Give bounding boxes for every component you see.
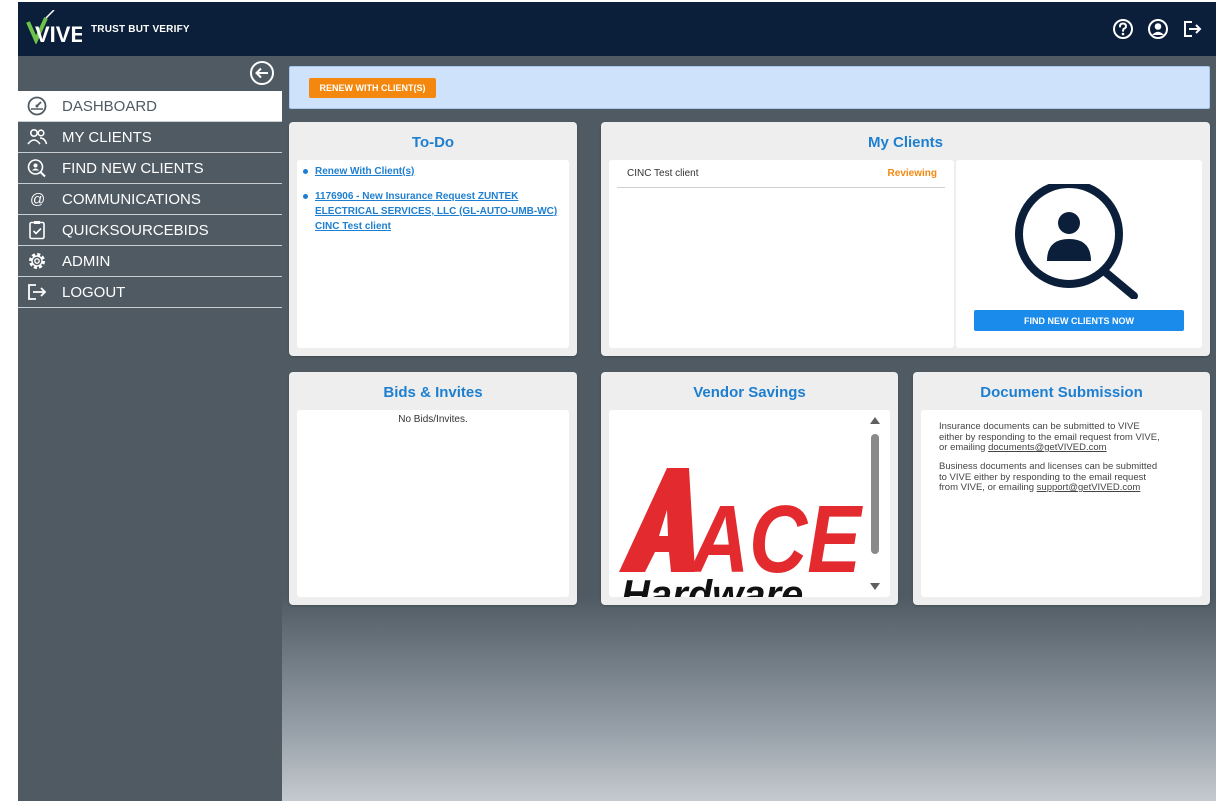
todo-item-insurance-request[interactable]: 1176906 - New Insurance Request ZUNTEK E…: [303, 189, 558, 234]
sidebar-item-label: COMMUNICATIONS: [62, 191, 201, 208]
sidebar-nav: DASHBOARD MY CLIENTS FIND NEW CLIENTS @ …: [18, 91, 282, 308]
renew-with-clients-button[interactable]: RENEW WITH CLIENT(S): [309, 78, 436, 98]
sidebar-item-label: FIND NEW CLIENTS: [62, 160, 204, 177]
vive-logo[interactable]: VIVE: [26, 10, 82, 44]
sidebar-item-my-clients[interactable]: MY CLIENTS: [18, 122, 282, 153]
registered-mark: ®: [845, 564, 853, 575]
my-clients-card: My Clients CINC Test client Reviewing FI…: [601, 122, 1210, 356]
doc-line: from VIVE, or emailing support@getVIVED.…: [939, 482, 1187, 494]
documents-email-link[interactable]: documents@getVIVED.com: [988, 442, 1106, 453]
user-account-icon[interactable]: [1147, 18, 1169, 40]
vendor-savings-title: Vendor Savings: [693, 384, 806, 401]
sidebar-item-admin[interactable]: ADMIN: [18, 246, 282, 277]
todo-item-line: 1176906 - New Insurance Request ZUNTEK: [315, 191, 519, 202]
magnifier-user-icon: [1015, 184, 1138, 299]
client-list: CINC Test client Reviewing: [609, 160, 954, 348]
bids-card: Bids & Invites No Bids/Invites.: [289, 372, 577, 605]
todo-item-line: ELECTRICAL SERVICES, LLC (GL-AUTO-UMB-WC…: [315, 206, 558, 217]
collapse-sidebar-icon[interactable]: [249, 60, 275, 86]
vendor-savings-card: Vendor Savings ACE ® Hardware: [601, 372, 898, 605]
table-row[interactable]: CINC Test client Reviewing: [617, 160, 945, 188]
document-submission-title: Document Submission: [980, 384, 1143, 401]
todo-item-line: CINC Test client: [315, 221, 391, 232]
scroll-up-icon: [870, 417, 880, 424]
client-name: CINC Test client: [627, 168, 699, 179]
sidebar-item-label: MY CLIENTS: [62, 129, 152, 146]
sidebar-item-find-new-clients[interactable]: FIND NEW CLIENTS: [18, 153, 282, 184]
app-window: VIVE TRUST BUT VERIFY DASHBOARD MY CLIEN…: [18, 2, 1216, 801]
at-sign-icon: @: [30, 191, 45, 208]
sidebar-item-label: ADMIN: [62, 253, 111, 270]
users-icon: [27, 128, 48, 145]
sidebar-item-label: DASHBOARD: [62, 98, 158, 115]
bullet: [303, 194, 308, 199]
doc-line-prefix: or emailing: [939, 442, 989, 453]
todo-item-line: Renew With Client(s): [315, 166, 415, 177]
bids-list: No Bids/Invites.: [297, 410, 569, 597]
find-user-icon: [27, 159, 46, 178]
no-bids-text: No Bids/Invites.: [398, 414, 468, 425]
top-bar: VIVE TRUST BUT VERIFY: [18, 2, 1216, 56]
find-new-clients-now-button[interactable]: FIND NEW CLIENTS NOW: [974, 310, 1184, 331]
scroll-down-icon: [870, 583, 880, 590]
document-submission-body: Insurance documents can be submitted to …: [921, 410, 1202, 597]
logo-text: VIVE: [35, 22, 82, 44]
my-clients-title: My Clients: [867, 134, 943, 151]
vendor-scrollbar[interactable]: [868, 414, 882, 594]
support-email-link[interactable]: support@getVIVED.com: [1037, 482, 1141, 493]
bullet: [303, 169, 308, 174]
dashboard-gauge-icon: [27, 96, 47, 116]
bids-title: Bids & Invites: [383, 384, 483, 401]
sidebar-item-quicksourcebids[interactable]: QUICKSOURCEBIDS: [18, 215, 282, 246]
sidebar-item-logout[interactable]: LOGOUT: [18, 277, 282, 308]
doc-line: Insurance documents can be submitted to …: [939, 421, 1140, 432]
main-content: RENEW WITH CLIENT(S) To-Do Renew With Cl…: [282, 56, 1216, 801]
doc-line: or emailing documents@getVIVED.com: [939, 442, 1187, 454]
renew-banner: RENEW WITH CLIENT(S): [289, 66, 1210, 109]
find-clients-panel: FIND NEW CLIENTS NOW: [956, 160, 1202, 348]
todo-title: To-Do: [411, 134, 455, 151]
help-icon[interactable]: [1112, 18, 1134, 40]
sidebar: DASHBOARD MY CLIENTS FIND NEW CLIENTS @ …: [18, 56, 282, 801]
svg-text:@: @: [30, 191, 45, 208]
logout-icon: [28, 284, 47, 300]
sidebar-item-communications[interactable]: @ COMMUNICATIONS: [18, 184, 282, 215]
doc-line: Business documents and licenses can be s…: [939, 461, 1158, 472]
document-paragraph-business: Business documents and licenses can be s…: [939, 461, 1187, 494]
status-badge: Reviewing: [887, 168, 937, 179]
sidebar-item-label: LOGOUT: [62, 284, 126, 301]
todo-item-renew[interactable]: Renew With Client(s): [303, 164, 415, 179]
tagline: TRUST BUT VERIFY: [91, 24, 190, 35]
ace-hardware-logo[interactable]: ACE ® Hardware: [619, 468, 863, 597]
sidebar-item-dashboard[interactable]: DASHBOARD: [18, 91, 282, 122]
hardware-text: Hardware: [621, 573, 803, 597]
sidebar-item-label: QUICKSOURCEBIDS: [62, 222, 209, 239]
scrollbar-thumb: [871, 434, 879, 554]
gear-icon: [29, 253, 45, 269]
vendor-carousel[interactable]: ACE ® Hardware: [609, 410, 890, 597]
exit-icon[interactable]: [1181, 18, 1203, 40]
todo-card: To-Do Renew With Client(s) 1176906 - New…: [289, 122, 577, 356]
document-paragraph-insurance: Insurance documents can be submitted to …: [939, 421, 1187, 454]
clipboard-check-icon: [29, 221, 45, 240]
todo-list: Renew With Client(s) 1176906 - New Insur…: [297, 160, 569, 348]
document-submission-card: Document Submission Insurance documents …: [913, 372, 1210, 605]
doc-line-prefix: from VIVE, or emailing: [939, 482, 1037, 493]
